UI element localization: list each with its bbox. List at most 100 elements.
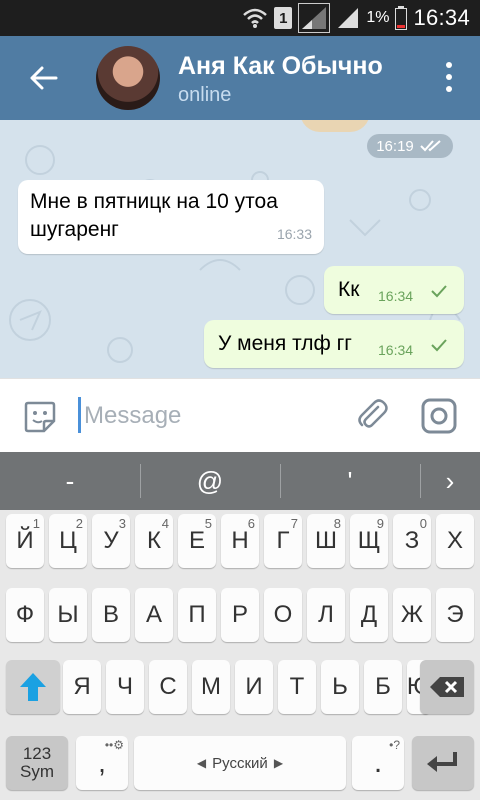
key-а[interactable]: А (135, 588, 173, 642)
key-label: В (102, 601, 119, 628)
chat-title[interactable]: Аня Как Обычно (178, 52, 383, 81)
key-label: Л (318, 601, 334, 628)
key-label: С (159, 673, 177, 700)
attach-icon[interactable] (354, 397, 390, 433)
key-щ[interactable]: Щ9 (350, 514, 388, 568)
suggestion-expand-icon[interactable]: › (420, 452, 480, 510)
key-number: 1 (32, 516, 40, 531)
message-text: Кк (338, 278, 360, 301)
key-м[interactable]: М (192, 660, 230, 714)
key-х[interactable]: Х (436, 514, 474, 568)
key-ф[interactable]: Ф (6, 588, 44, 642)
check-icon (431, 285, 447, 298)
key-в[interactable]: В (92, 588, 130, 642)
message-text: У меня тлф гг (218, 332, 352, 355)
check-icon (431, 339, 447, 352)
backspace-icon (430, 677, 464, 697)
period-label: . (373, 746, 383, 779)
key-я[interactable]: Я (63, 660, 101, 714)
key-ш[interactable]: Ш8 (307, 514, 345, 568)
message-text: Мне в пятницк на 10 утоа шугаренг (30, 190, 278, 241)
key-number: 0 (419, 516, 427, 531)
wifi-icon (243, 8, 268, 28)
sticker-icon[interactable] (22, 399, 58, 435)
period-key[interactable]: . •? (352, 736, 404, 790)
key-л[interactable]: Л (307, 588, 345, 642)
key-д[interactable]: Д (350, 588, 388, 642)
status-bar: 1 1% 16:34 (0, 0, 480, 36)
key-с[interactable]: С (149, 660, 187, 714)
keyboard: Й1 Ц2 У3 К4 Е5 Н6 Г7 Ш8 Щ9 З0 Х Ф Ы В А … (0, 510, 480, 800)
key-label: Р (231, 601, 248, 628)
sim-indicator: 1 (274, 7, 293, 29)
key-number: 6 (247, 516, 255, 531)
key-label: Т (289, 673, 305, 700)
key-э[interactable]: Э (436, 588, 474, 642)
settings-gear-icon: ••⚙ (104, 738, 124, 752)
message-bubble-outgoing[interactable]: Кк 16:34 (324, 266, 464, 314)
space-key[interactable]: ◀ Русский ▶ (134, 736, 346, 790)
key-label: М (201, 673, 221, 700)
symbols-key[interactable]: 123 Sym (6, 736, 68, 790)
suggestion-apostrophe[interactable]: ' (280, 452, 420, 510)
key-и[interactable]: И (235, 660, 273, 714)
key-б[interactable]: Б (364, 660, 402, 714)
key-ь[interactable]: Ь (321, 660, 359, 714)
key-е[interactable]: Е5 (178, 514, 216, 568)
key-label: У (103, 527, 119, 554)
symbols-key-label: 123 Sym (20, 745, 54, 781)
key-у[interactable]: У3 (92, 514, 130, 568)
shift-key[interactable] (6, 660, 60, 714)
media-time: 16:19 (376, 137, 414, 155)
keyboard-suggestion-bar: - @ ' › (0, 452, 480, 510)
suggestion-at[interactable]: @ (140, 452, 280, 510)
camera-icon[interactable] (420, 397, 458, 435)
key-н[interactable]: Н6 (221, 514, 259, 568)
back-arrow-icon[interactable] (26, 60, 62, 96)
key-з[interactable]: З0 (393, 514, 431, 568)
key-number: 8 (333, 516, 341, 531)
key-ж[interactable]: Ж (393, 588, 431, 642)
key-number: 9 (376, 516, 384, 531)
key-о[interactable]: О (264, 588, 302, 642)
text-cursor (78, 397, 81, 433)
key-ц[interactable]: Ц2 (49, 514, 87, 568)
key-г[interactable]: Г7 (264, 514, 302, 568)
message-time: 16:34 (378, 342, 414, 358)
chat-status: online (178, 84, 232, 106)
key-label: Д (360, 601, 378, 628)
punctuation-hint: •? (389, 738, 400, 752)
chat-header: Аня Как Обычно online (0, 36, 480, 120)
message-list[interactable]: 16:19 Мне в пятницк на 10 утоа шугаренг … (0, 120, 480, 378)
message-composer (0, 378, 480, 453)
key-п[interactable]: П (178, 588, 216, 642)
suggestion-dash[interactable]: - (0, 452, 140, 510)
key-ч[interactable]: Ч (106, 660, 144, 714)
key-label: П (188, 601, 206, 628)
more-menu-icon[interactable] (446, 62, 454, 92)
message-bubble-outgoing[interactable]: У меня тлф гг 16:34 (204, 320, 464, 368)
key-label: Н (231, 527, 249, 554)
enter-key[interactable] (412, 736, 474, 790)
key-label: Б (375, 673, 391, 700)
key-label: Х (446, 527, 463, 554)
message-bubble-incoming[interactable]: Мне в пятницк на 10 утоа шугаренг 16:33 (18, 180, 324, 254)
backspace-key[interactable] (420, 660, 474, 714)
key-label: А (145, 601, 162, 628)
language-right-arrow-icon: ▶ (273, 756, 284, 770)
message-time: 16:34 (378, 288, 414, 304)
message-input[interactable] (82, 397, 336, 435)
key-number: 4 (161, 516, 169, 531)
key-й[interactable]: Й1 (6, 514, 44, 568)
key-р[interactable]: Р (221, 588, 259, 642)
key-ы[interactable]: Ы (49, 588, 87, 642)
key-label: Ш (315, 527, 337, 554)
avatar[interactable] (96, 46, 160, 110)
key-т[interactable]: Т (278, 660, 316, 714)
key-label: Й (16, 527, 34, 554)
key-к[interactable]: К4 (135, 514, 173, 568)
comma-key[interactable]: , ••⚙ (76, 736, 128, 790)
clock: 16:34 (413, 5, 470, 30)
key-label: Ы (57, 601, 79, 628)
battery-percent: 1% (366, 9, 390, 26)
